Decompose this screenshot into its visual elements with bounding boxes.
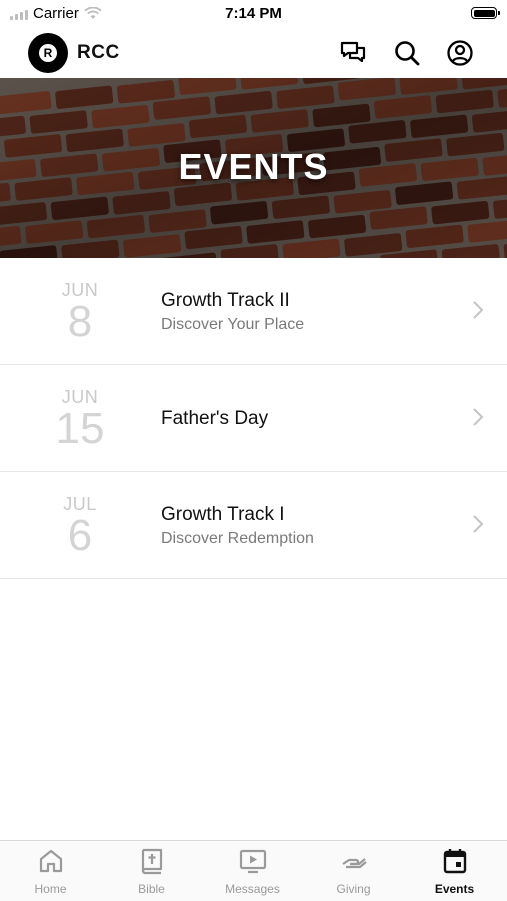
event-day: 6 [30, 514, 130, 558]
clock: 7:14 PM [0, 5, 507, 22]
tab-label: Home [0, 882, 101, 896]
brand-title: RCC [77, 42, 120, 64]
event-date: JUL 6 [30, 494, 130, 558]
event-info: Growth Track I Discover Redemption [161, 504, 314, 548]
event-day: 8 [30, 300, 130, 344]
chevron-right-icon [471, 299, 485, 321]
tab-giving[interactable]: Giving [303, 847, 404, 896]
app-header: R RCC [0, 28, 507, 78]
search-icon [393, 39, 421, 67]
event-info: Father's Day [161, 408, 268, 430]
tab-messages[interactable]: Messages [202, 847, 303, 896]
event-item[interactable]: JUN 8 Growth Track II Discover Your Plac… [0, 258, 507, 365]
chevron-right-icon [471, 406, 485, 428]
messages-icon [239, 847, 267, 875]
event-day: 15 [30, 407, 130, 451]
search-button[interactable] [393, 39, 421, 67]
event-date: JUN 15 [30, 387, 130, 451]
chat-icon [339, 39, 367, 67]
tab-bar: Home Bible Messages Giving [0, 840, 507, 901]
event-title: Growth Track II [161, 290, 304, 312]
rcc-logo[interactable]: R [28, 33, 68, 73]
event-subtitle: Discover Redemption [161, 530, 314, 548]
tab-label: Messages [202, 882, 303, 896]
bible-icon [138, 847, 166, 875]
event-title: Growth Track I [161, 504, 314, 526]
status-bar: Carrier 7:14 PM [0, 0, 507, 28]
event-info: Growth Track II Discover Your Place [161, 290, 304, 334]
chat-button[interactable] [339, 39, 367, 67]
events-list: JUN 8 Growth Track II Discover Your Plac… [0, 258, 507, 579]
event-title: Father's Day [161, 408, 268, 430]
tab-label: Events [404, 882, 505, 896]
event-item[interactable]: JUN 15 Father's Day [0, 365, 507, 472]
profile-icon [446, 39, 474, 67]
battery-icon [471, 7, 497, 19]
hero-title: EVENTS [0, 146, 507, 188]
chevron-right-icon [471, 513, 485, 535]
events-hero-banner: EVENTS [0, 78, 507, 258]
giving-icon [340, 847, 368, 875]
event-subtitle: Discover Your Place [161, 316, 304, 334]
profile-button[interactable] [446, 39, 474, 67]
calendar-icon [441, 847, 469, 875]
tab-bible[interactable]: Bible [101, 847, 202, 896]
event-item[interactable]: JUL 6 Growth Track I Discover Redemption [0, 472, 507, 579]
tab-events[interactable]: Events [404, 847, 505, 896]
tab-label: Giving [303, 882, 404, 896]
home-icon [37, 847, 65, 875]
logo-letter: R [39, 44, 57, 62]
event-date: JUN 8 [30, 280, 130, 344]
tab-label: Bible [101, 882, 202, 896]
tab-home[interactable]: Home [0, 847, 101, 896]
